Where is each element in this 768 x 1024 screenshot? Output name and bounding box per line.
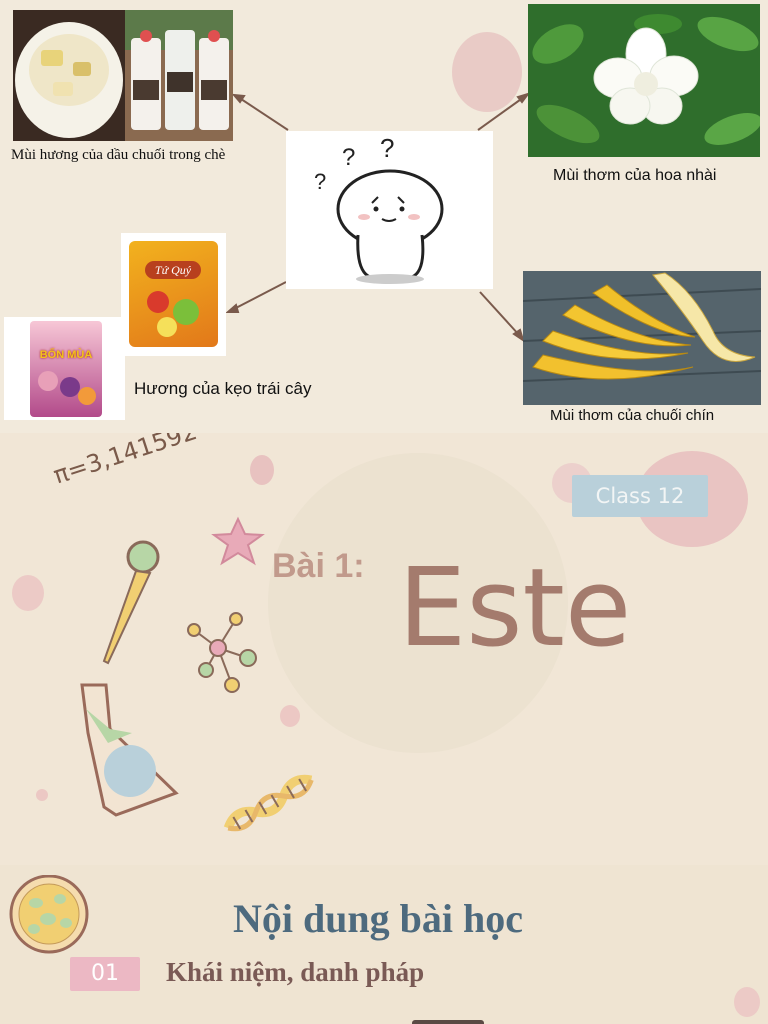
question-mark: ? [342,144,355,171]
flask-icon [80,683,179,817]
candy-icon [173,299,199,325]
lesson-title: Este [398,546,632,671]
contents-item-label: Khái niệm, danh pháp [166,957,425,987]
dna-icon [223,774,314,832]
contents-item-number: 01 [70,957,140,991]
next-item-edge [412,1020,484,1024]
banana-photo [523,271,761,405]
science-doodles [80,516,314,832]
candy-icon [147,291,169,313]
title-slide: π=3,141592 Class 12 Bài 1: Este [0,433,768,865]
che-illustration [13,10,233,141]
question-mark: ? [380,133,394,163]
caption-che: Mùi hương của dầu chuối trong chè [11,147,226,163]
candy-package-a-label: Tứ Quý [145,261,201,279]
candy-icon [157,317,177,337]
pink-blob [734,987,760,1017]
jasmine-illustration [528,4,760,157]
candy-icon [38,371,58,391]
starfish-icon [211,516,265,566]
candy-package-b-card: BỐN MÙA [4,317,125,420]
question-mark: ? [314,169,326,194]
candy-icon [78,387,96,405]
caption-candy: Hương của kẹo trái cây [134,379,312,398]
candy-package-b: BỐN MÙA [30,321,102,417]
class-badge: Class 12 [572,475,708,517]
thinking-character-card: ? ? ? [286,131,493,289]
candy-package-b-label: BỐN MÙA [39,349,93,361]
pipette-icon [102,540,160,665]
contents-heading: Nội dung bài học [232,896,524,941]
candy-icon [60,377,80,397]
candy-package-a-card: Tứ Quý [121,233,226,356]
thinking-character-icon: ? ? ? [314,133,444,284]
candy-package-a: Tứ Quý [129,241,218,347]
banana-illustration [523,271,761,405]
caption-jasmine: Mùi thơm của hoa nhài [553,167,717,184]
jasmine-photo [528,4,760,157]
intro-slide: Mùi hương của dầu chuối trong chè ? ? ? [0,0,768,433]
caption-banana: Mùi thơm của chuối chín [550,407,715,424]
molecule-icon [187,612,257,693]
contents-slide: Nội dung bài học 01 Khái niệm, danh pháp [0,865,768,1024]
che-dessert-photo [13,10,233,141]
